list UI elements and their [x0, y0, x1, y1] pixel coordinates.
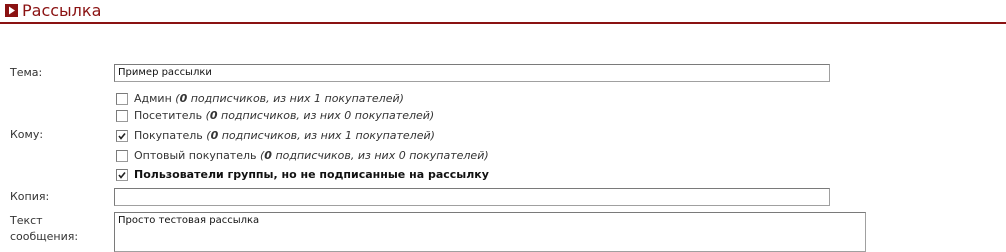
recipient-option-label: Посетитель (0 подписчиков, из них 0 поку…	[134, 109, 435, 122]
play-arrow-icon	[5, 4, 18, 17]
group-unsubscribed-label: Пользователи группы, но не подписанные н…	[134, 168, 489, 181]
subject-input[interactable]: Пример рассылки	[114, 64, 830, 82]
page-header: Рассылка	[0, 0, 1006, 24]
recipient-checkbox[interactable]	[116, 150, 128, 162]
checkmark-icon	[118, 172, 126, 179]
subject-label: Тема:	[10, 66, 43, 79]
recipient-option-visitor[interactable]: Посетитель (0 подписчиков, из них 0 поку…	[116, 108, 434, 124]
recipient-checkbox[interactable]	[116, 130, 128, 142]
message-label-line2: сообщения:	[10, 230, 79, 243]
message-textarea[interactable]: Просто тестовая рассылка	[114, 212, 866, 252]
recipient-option-label: Оптовый покупатель (0 подписчиков, из ни…	[134, 149, 489, 162]
copy-label: Копия:	[10, 190, 50, 203]
recipient-option-label: Покупатель (0 подписчиков, из них 1 поку…	[134, 129, 435, 142]
group-unsubscribed-option[interactable]: Пользователи группы, но не подписанные н…	[116, 167, 489, 183]
recipient-checkbox[interactable]	[116, 110, 128, 122]
recipient-option-wholesale[interactable]: Оптовый покупатель (0 подписчиков, из ни…	[116, 148, 489, 164]
recipient-option-label: Админ (0 подписчиков, из них 1 покупател…	[134, 92, 404, 105]
page-title: Рассылка	[22, 1, 102, 20]
recipients-label: Кому:	[10, 128, 44, 141]
recipient-option-admin[interactable]: Админ (0 подписчиков, из них 1 покупател…	[116, 91, 404, 107]
header-divider	[0, 22, 1006, 24]
group-unsubscribed-checkbox[interactable]	[116, 169, 128, 181]
recipient-option-buyer[interactable]: Покупатель (0 подписчиков, из них 1 поку…	[116, 128, 435, 144]
checkmark-icon	[118, 133, 126, 140]
message-label-line1: Текст	[10, 214, 43, 227]
copy-input[interactable]	[114, 188, 830, 206]
recipient-checkbox[interactable]	[116, 93, 128, 105]
